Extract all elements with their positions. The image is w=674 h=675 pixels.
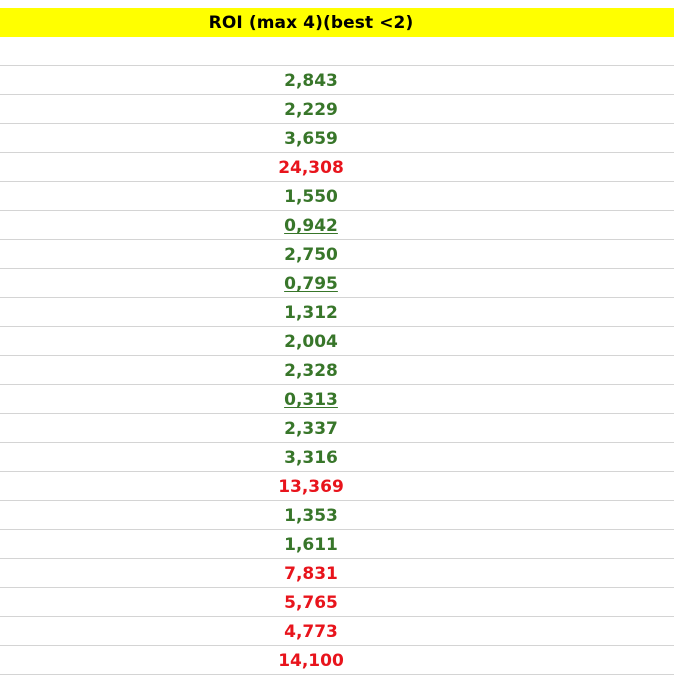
roi-value-cell: 2,229 — [284, 100, 338, 120]
table-row[interactable]: 1,353 — [0, 501, 674, 530]
table-row[interactable]: 2,229 — [0, 95, 674, 124]
table-row[interactable]: 2,328 — [0, 356, 674, 385]
roi-value-cell: 3,316 — [284, 448, 338, 468]
column-header-label: ROI (max 4)(best <2) — [208, 12, 414, 33]
table-row[interactable]: 7,831 — [0, 559, 674, 588]
table-row[interactable]: 1,611 — [0, 530, 674, 559]
table-row[interactable]: 13,369 — [0, 472, 674, 501]
table-row[interactable]: 0,313 — [0, 385, 674, 414]
roi-value-cell: 14,100 — [278, 651, 344, 671]
roi-value-cell: 0,942 — [284, 216, 338, 236]
roi-value-cell: 7,831 — [284, 564, 338, 584]
table-row[interactable]: 3,659 — [0, 124, 674, 153]
table-row[interactable]: 2,337 — [0, 414, 674, 443]
table-row[interactable]: 4,773 — [0, 617, 674, 646]
roi-value-cell: 2,843 — [284, 71, 338, 91]
table-row[interactable]: 1,312 — [0, 298, 674, 327]
table-row[interactable]: 0,942 — [0, 211, 674, 240]
roi-value-cell: 13,369 — [278, 477, 344, 497]
roi-value-cell: 3,659 — [284, 129, 338, 149]
table-row[interactable]: 14,100 — [0, 646, 674, 675]
table-row[interactable]: 0,795 — [0, 269, 674, 298]
roi-value-cell: 2,750 — [284, 245, 338, 265]
table-row[interactable]: 3,316 — [0, 443, 674, 472]
table-row[interactable]: 2,750 — [0, 240, 674, 269]
roi-value-cell: 1,550 — [284, 187, 338, 207]
table-row[interactable]: 2,004 — [0, 327, 674, 356]
roi-value-cell: 5,765 — [284, 593, 338, 613]
roi-value-cell: 0,795 — [284, 274, 338, 294]
roi-value-cell: 1,353 — [284, 506, 338, 526]
table-row[interactable]: 5,765 — [0, 588, 674, 617]
table-row[interactable]: 24,308 — [0, 153, 674, 182]
roi-value-cell: 1,611 — [284, 535, 338, 555]
roi-value-cell: 2,328 — [284, 361, 338, 381]
data-rows: 2,843 2,229 3,659 24,308 1,550 0,942 2,750 0,79… — [0, 37, 674, 675]
empty-cell[interactable] — [0, 37, 674, 66]
roi-value-cell: 0,313 — [284, 390, 338, 410]
roi-value-cell: 2,004 — [284, 332, 338, 352]
roi-value-cell: 2,337 — [284, 419, 338, 439]
roi-value-cell: 24,308 — [278, 158, 344, 178]
spreadsheet-column: ROI (max 4)(best <2) 2,843 2,229 3,659 24,3… — [0, 0, 674, 675]
roi-value-cell: 1,312 — [284, 303, 338, 323]
roi-value-cell: 4,773 — [284, 622, 338, 642]
column-header-cell[interactable]: ROI (max 4)(best <2) — [0, 8, 674, 37]
table-row[interactable]: 1,550 — [0, 182, 674, 211]
table-row[interactable]: 2,843 — [0, 66, 674, 95]
